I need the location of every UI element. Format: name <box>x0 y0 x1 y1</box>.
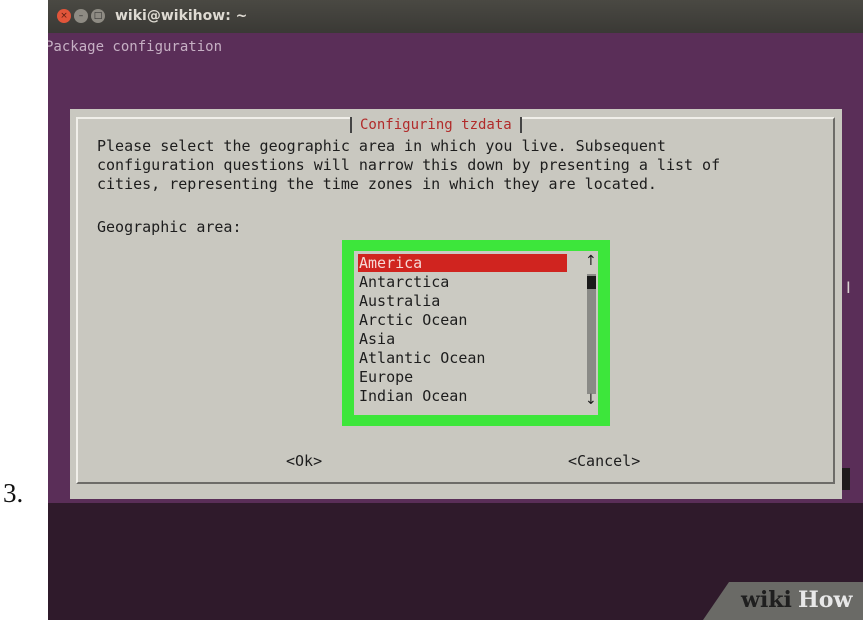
scroll-up-arrow-icon[interactable]: ↑ <box>585 253 597 269</box>
list-item-europe[interactable]: Europe <box>358 368 567 386</box>
maximize-icon[interactable]: □ <box>91 9 105 23</box>
dialog-prompt: Please select the geographic area in whi… <box>97 137 721 193</box>
dialog-frame: Configuring tzdata Please select the geo… <box>76 117 835 484</box>
text-cursor-icon: I <box>846 278 851 297</box>
dialog-title: Configuring tzdata <box>350 117 522 133</box>
watermark-wiki: wiki <box>741 587 792 613</box>
list-item-arctic-ocean[interactable]: Arctic Ocean <box>358 311 567 329</box>
cancel-button[interactable]: <Cancel> <box>568 452 640 470</box>
scroll-down-arrow-icon[interactable]: ↓ <box>585 392 597 408</box>
terminal-screenshot: × – □ wiki@wikihow: ~ Package configurat… <box>48 0 863 620</box>
terminal-area[interactable]: Package configuration I Configuring tzda… <box>48 33 863 503</box>
list-item-atlantic-ocean[interactable]: Atlantic Ocean <box>358 349 567 367</box>
window-titlebar: × – □ wiki@wikihow: ~ <box>48 0 863 33</box>
scrollbar[interactable] <box>587 274 596 394</box>
list-item-australia[interactable]: Australia <box>358 292 567 310</box>
watermark-how: How <box>798 587 853 613</box>
step-number: 3. <box>3 478 24 508</box>
window-title: wiki@wikihow: ~ <box>115 8 248 24</box>
tzdata-dialog: Configuring tzdata Please select the geo… <box>70 109 842 499</box>
geographic-area-label: Geographic area: <box>97 218 242 236</box>
scrollbar-thumb[interactable] <box>587 276 596 289</box>
list-item-asia[interactable]: Asia <box>358 330 567 348</box>
list-item-antarctica[interactable]: Antarctica <box>358 273 567 291</box>
ok-button[interactable]: <Ok> <box>286 452 322 470</box>
wikihow-watermark: wiki How <box>703 582 863 620</box>
close-icon[interactable]: × <box>57 9 71 23</box>
list-highlight: America Antarctica Australia Arctic Ocea… <box>342 240 610 426</box>
list-item-indian-ocean[interactable]: Indian Ocean <box>358 387 567 405</box>
package-configuration-header: Package configuration <box>48 39 223 55</box>
list-item-america[interactable]: America <box>358 254 567 272</box>
geographic-area-list[interactable]: America Antarctica Australia Arctic Ocea… <box>354 251 598 415</box>
minimize-icon[interactable]: – <box>74 9 88 23</box>
